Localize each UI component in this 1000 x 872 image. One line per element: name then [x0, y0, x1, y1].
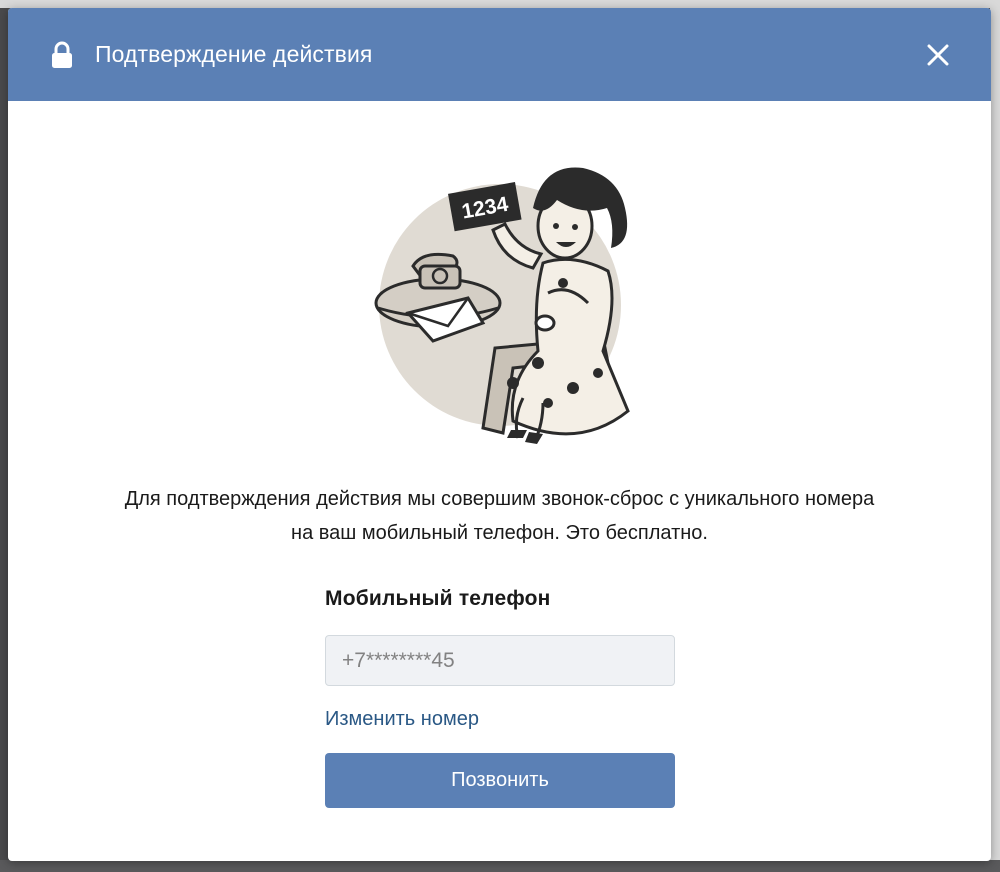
page-backdrop-bottom — [0, 860, 1000, 872]
change-number-link[interactable]: Изменить номер — [325, 705, 479, 733]
confirm-action-dialog: Подтверждение действия 1234 Для подтверж… — [8, 8, 991, 861]
description-line-1: Для подтверждения действия мы совершим з… — [124, 488, 875, 510]
call-button[interactable]: Позвонить — [325, 753, 675, 808]
page-backdrop-right — [990, 0, 1000, 872]
close-icon[interactable] — [927, 44, 949, 66]
dialog-header: Подтверждение действия — [8, 8, 991, 101]
woman-holding-code-illustration: 1234 — [373, 148, 633, 448]
page-backdrop-top — [0, 0, 1000, 8]
description-line-2: на ваш мобильный телефон. Это бесплатно. — [291, 522, 708, 544]
dialog-description: Для подтверждения действия мы совершим з… — [48, 482, 951, 550]
close-button[interactable] — [921, 38, 955, 72]
dialog-title: Подтверждение действия — [95, 41, 373, 67]
phone-field-label: Мобильный телефон — [325, 587, 551, 610]
lock-icon — [50, 41, 74, 69]
phone-field[interactable] — [325, 635, 675, 686]
